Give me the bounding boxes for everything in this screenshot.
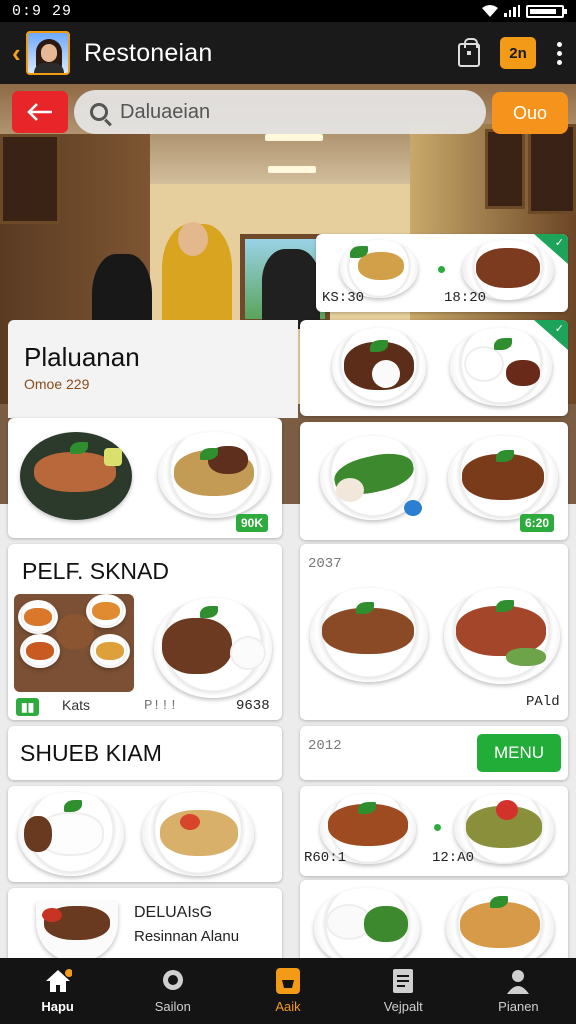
combo-tag: Kats <box>62 697 91 713</box>
combo-title: PELF. SKNAD <box>22 558 169 584</box>
app-title: Restoneian <box>84 38 213 67</box>
nav-item-profile[interactable]: Pianen <box>461 958 576 1024</box>
price-badge: 90K <box>236 514 269 532</box>
price-label: KS:30 <box>322 290 365 306</box>
app-screen: 0:9 29 ‹ Restoneian 2n Daluaeian Ouo ✓ K… <box>0 0 576 1024</box>
menu-button[interactable]: MENU <box>477 734 561 772</box>
app-bar: ‹ Restoneian 2n <box>0 22 576 84</box>
search-bar[interactable] <box>74 90 486 134</box>
status-icons <box>482 4 567 18</box>
dish-card[interactable] <box>300 880 568 968</box>
nav-item-chef[interactable]: Sailon <box>115 958 230 1024</box>
nav-label: Hapu <box>41 999 74 1014</box>
section-header-card: SHUEB KIAM <box>8 726 282 780</box>
nav-label: Pianen <box>498 999 539 1014</box>
basket-icon <box>276 968 300 994</box>
arrow-left-icon <box>27 103 52 121</box>
signal-icon <box>504 5 520 17</box>
dish-code: 2037 <box>308 556 342 572</box>
combo-card[interactable]: PELF. SKNAD ▮▮ Kats P!!! 9638 <box>8 544 282 720</box>
status-bar: 0:9 29 <box>0 0 576 22</box>
receipt-icon <box>393 969 414 993</box>
price-label: PAld <box>526 694 560 710</box>
promo-subtitle: Resinnan Alanu <box>134 928 240 945</box>
dish-card[interactable]: R60:1 12:A0 <box>300 786 568 876</box>
featured-header-card: Plaluanan Omoe 229 <box>8 320 298 418</box>
price-label: 9638 <box>236 698 270 714</box>
combo-badge: ▮▮ <box>16 698 40 716</box>
avatar[interactable] <box>26 31 70 75</box>
chef-icon <box>162 970 183 990</box>
dish-card[interactable] <box>8 786 282 882</box>
featured-title: Plaluanan <box>24 342 140 372</box>
battery-icon <box>526 4 567 18</box>
promo-title: DELUAIsG <box>134 904 213 921</box>
nav-item-basket[interactable]: Aaik <box>230 958 345 1024</box>
price-label: R60:1 <box>304 850 347 866</box>
home-icon <box>45 969 72 992</box>
dish-card[interactable]: 90K <box>8 418 282 538</box>
price-label: P!!! <box>144 698 178 714</box>
price-label: 18:20 <box>444 290 487 306</box>
bottom-navigation: Hapu Sailon Aaik Vejpalt Pianen <box>0 958 576 1024</box>
promo-card[interactable]: DELUAIsG Resinnan Alanu <box>8 888 282 968</box>
back-button[interactable] <box>12 91 68 133</box>
cart-button[interactable]: 2n <box>500 37 536 69</box>
nav-label: Vejpalt <box>383 999 423 1014</box>
dish-card[interactable]: ✓ <box>300 320 568 416</box>
price-label: 12:A0 <box>432 850 475 866</box>
featured-dish-card[interactable]: ✓ KS:30 18:20 <box>316 234 568 312</box>
nav-label: Sailon <box>154 999 191 1014</box>
featured-subtitle: Omoe 229 <box>24 376 90 392</box>
price-badge: 6:20 <box>520 514 555 532</box>
nav-item-home[interactable]: Hapu <box>0 958 115 1024</box>
nav-label: Aaik <box>275 999 301 1014</box>
back-chevron-icon[interactable]: ‹ <box>12 38 24 69</box>
dish-card[interactable]: 2037 PAld <box>300 544 568 720</box>
section-title: SHUEB KIAM <box>20 740 162 766</box>
status-time: 0:9 29 <box>12 2 73 20</box>
wifi-icon <box>482 5 498 17</box>
top-action-button[interactable]: Ouo <box>492 92 568 134</box>
menu-code: 2012 <box>308 738 342 754</box>
profile-icon <box>507 970 530 994</box>
shopping-bag-icon[interactable] <box>458 38 480 67</box>
nav-item-receipt[interactable]: Vejpalt <box>346 958 461 1024</box>
dish-card[interactable]: 6:20 <box>300 422 568 540</box>
more-options-icon[interactable] <box>554 41 564 65</box>
search-icon <box>90 103 108 121</box>
search-input[interactable] <box>120 100 440 124</box>
